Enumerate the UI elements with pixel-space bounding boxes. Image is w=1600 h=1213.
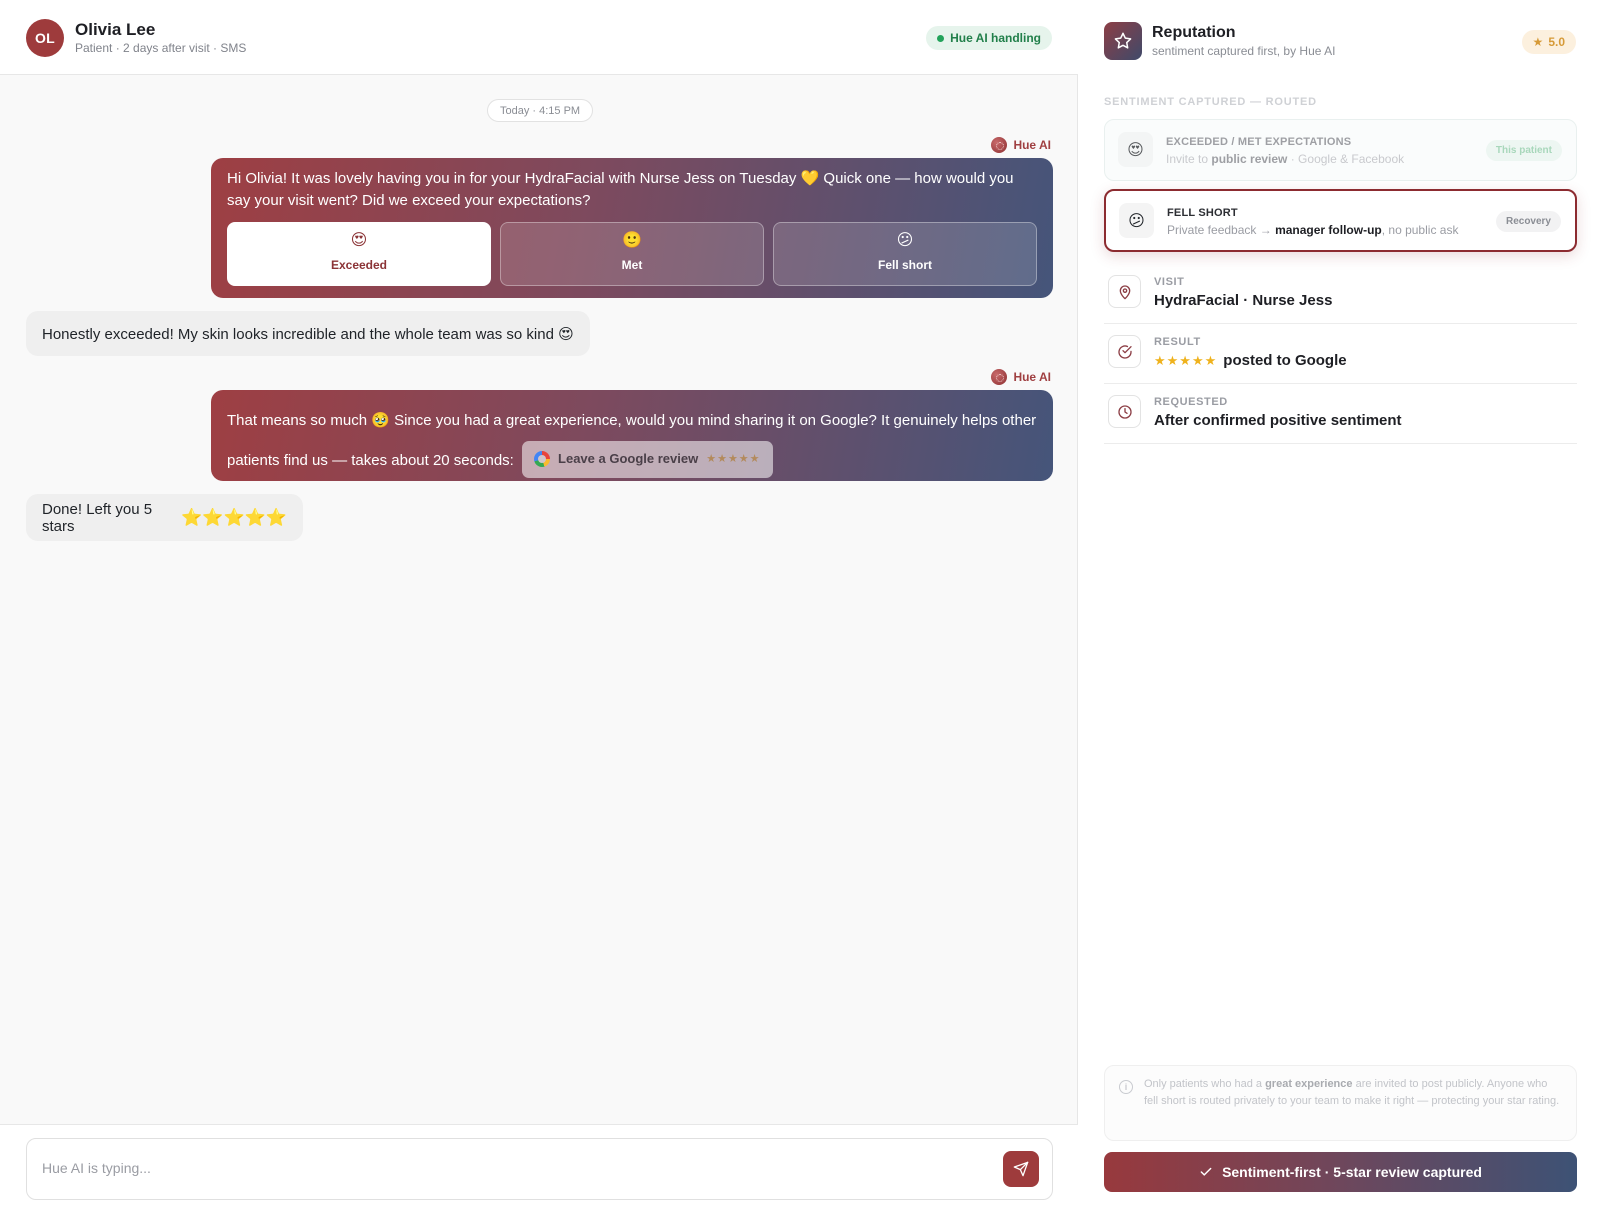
route-card-negative[interactable]: 😕 FELL SHORT Private feedback → manager … xyxy=(1104,189,1577,252)
detail-value: HydraFacial · Nurse Jess xyxy=(1154,292,1333,309)
reputation-icon xyxy=(1104,22,1142,60)
heart-eyes-emoji-icon: 😍 xyxy=(350,231,368,249)
detail-value: After confirmed positive sentiment xyxy=(1154,412,1402,429)
detail-label: VISIT xyxy=(1154,276,1185,288)
route-tag: This patient xyxy=(1485,140,1562,161)
ai-sender-name: Hue AI xyxy=(1013,370,1051,384)
review-captured-button[interactable]: Sentiment-first · 5-star review captured xyxy=(1104,1152,1577,1192)
route-card-positive[interactable]: 😍 EXCEEDED / MET EXPECTATIONS Invite to … xyxy=(1104,119,1577,181)
message-input-placeholder: Hue AI is typing... xyxy=(42,1160,151,1176)
check-circle-icon xyxy=(1108,335,1141,368)
ai-message-text: Hi Olivia! It was lovely having you in f… xyxy=(227,170,1014,209)
detail-row-requested: REQUESTED After confirmed positive senti… xyxy=(1104,384,1577,444)
star-outline-icon xyxy=(1114,32,1132,49)
heart-eyes-emoji-icon: 😍 xyxy=(1118,132,1153,167)
route-description: Private feedback → manager follow-up, no… xyxy=(1167,223,1459,237)
status-badge-label: Hue AI handling xyxy=(950,31,1041,45)
review-stars: ★★★★★ xyxy=(706,453,761,466)
map-pin-icon xyxy=(1108,275,1141,308)
reputation-panel: Reputation sentiment captured first, by … xyxy=(1079,0,1600,1213)
choice-label: Met xyxy=(621,257,643,272)
star-icon: ★ xyxy=(1532,35,1544,49)
check-icon xyxy=(1200,1167,1212,1176)
ai-sender-label: Hue AI xyxy=(991,137,1051,153)
detail-label: RESULT xyxy=(1154,336,1201,348)
smile-emoji-icon: 🙂 xyxy=(622,231,642,249)
patient-message-bubble: Honestly exceeded! My skin looks incredi… xyxy=(26,311,590,356)
message-input[interactable]: Hue AI is typing... xyxy=(26,1138,1053,1200)
rating-badge: ★ 5.0 xyxy=(1521,30,1576,54)
google-review-button[interactable]: Leave a Google review ★★★★★ xyxy=(522,440,773,478)
choice-fell-short-button[interactable]: 😕 Fell short xyxy=(773,222,1037,286)
patient-meta: Patient · 2 days after visit · SMS xyxy=(75,41,247,55)
detail-row-visit: VISIT HydraFacial · Nurse Jess xyxy=(1104,264,1577,324)
hue-ai-logo-icon xyxy=(991,369,1008,385)
detail-label: REQUESTED xyxy=(1154,396,1228,408)
send-icon xyxy=(1013,1161,1029,1177)
date-divider: Today · 4:15 PM xyxy=(487,99,594,122)
patient-name[interactable]: Olivia Lee xyxy=(75,20,155,40)
clock-icon xyxy=(1108,395,1141,428)
detail-value: ★★★★★ posted to Google xyxy=(1154,352,1347,369)
ai-message-bubble: Hi Olivia! It was lovely having you in f… xyxy=(211,158,1053,298)
cta-label: Sentiment-first · 5-star review captured xyxy=(1222,1164,1482,1180)
patient-message-text: Done! Left you 5 stars xyxy=(42,500,153,535)
google-icon xyxy=(534,451,551,468)
route-description: Invite to public review · Google & Faceb… xyxy=(1166,152,1405,166)
choice-exceeded-button[interactable]: 😍 Exceeded xyxy=(227,222,491,286)
choice-label: Fell short xyxy=(877,257,932,272)
status-badge: Hue AI handling xyxy=(926,26,1052,50)
panel-subtitle: sentiment captured first, by Hue AI xyxy=(1152,44,1336,58)
detail-row-result: RESULT ★★★★★ posted to Google xyxy=(1104,324,1577,384)
google-review-label: Leave a Google review xyxy=(558,451,699,467)
info-note: i Only patients who had a great experien… xyxy=(1104,1065,1577,1141)
confused-emoji-icon: 😕 xyxy=(1119,203,1154,238)
route-tag: Recovery xyxy=(1495,211,1561,232)
choice-label: Exceeded xyxy=(330,257,388,272)
section-label: SENTIMENT CAPTURED — ROUTED xyxy=(1104,96,1317,108)
star-emojis: ⭐⭐⭐⭐⭐ xyxy=(181,507,287,527)
sentiment-choices: 😍 Exceeded 🙂 Met 😕 Fell short xyxy=(227,222,1037,286)
result-stars: ★★★★★ xyxy=(1154,353,1218,368)
send-button[interactable] xyxy=(1003,1151,1039,1187)
patient-message-bubble: Done! Left you 5 stars ⭐⭐⭐⭐⭐ xyxy=(26,494,303,541)
info-note-text: Only patients who had a great experience… xyxy=(1144,1078,1560,1107)
route-title: EXCEEDED / MET EXPECTATIONS xyxy=(1166,136,1352,148)
choice-met-button[interactable]: 🙂 Met xyxy=(500,222,764,286)
ai-sender-label: Hue AI xyxy=(991,369,1051,385)
rating-value: 5.0 xyxy=(1548,35,1565,49)
panel-title: Reputation xyxy=(1152,24,1236,41)
ai-message-bubble: That means so much 🥹 Since you had a gre… xyxy=(211,390,1053,481)
conversation-header: OL Olivia Lee Patient · 2 days after vis… xyxy=(0,0,1078,75)
info-icon: i xyxy=(1119,1080,1133,1094)
patient-message-text: Honestly exceeded! My skin looks incredi… xyxy=(42,325,574,343)
conversation-pane: OL Olivia Lee Patient · 2 days after vis… xyxy=(0,0,1078,1213)
hue-ai-logo-icon xyxy=(991,137,1008,153)
confused-emoji-icon: 😕 xyxy=(896,231,914,249)
avatar[interactable]: OL xyxy=(26,19,64,57)
route-title: FELL SHORT xyxy=(1167,207,1238,219)
ai-sender-name: Hue AI xyxy=(1013,138,1051,152)
